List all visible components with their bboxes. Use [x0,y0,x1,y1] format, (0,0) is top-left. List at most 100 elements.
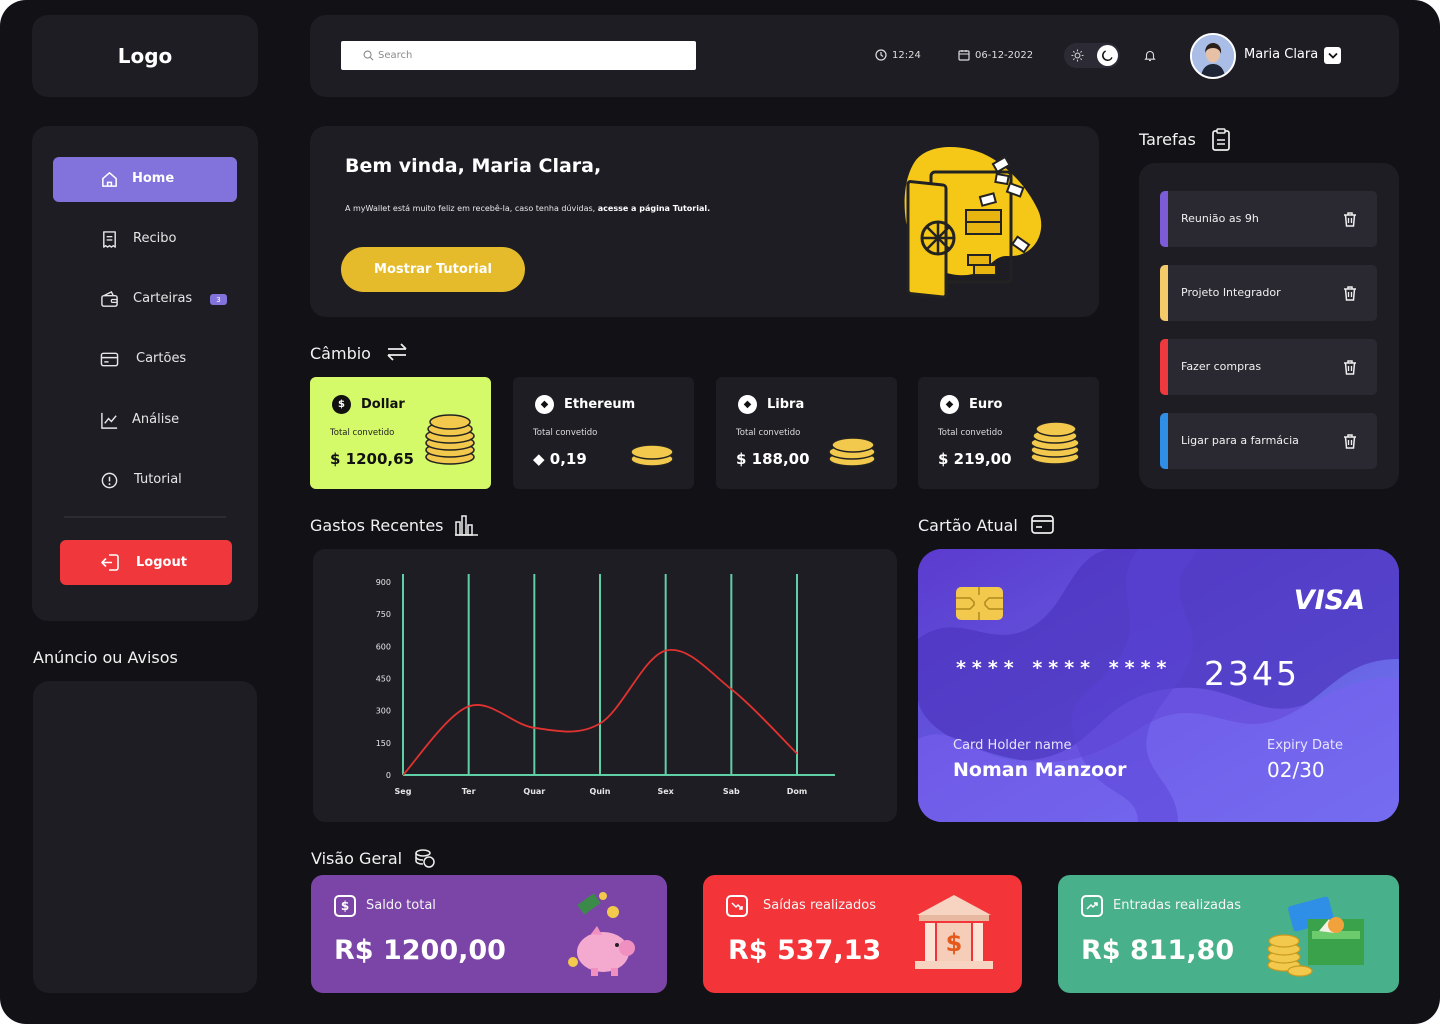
overview-card-inflows[interactable]: Entradas realizadas R$ 811,80 [1058,875,1399,993]
logo[interactable]: Logo [32,15,258,97]
sidebar-item-label: Home [132,171,175,186]
sidebar-item-cartoes[interactable]: Cartões [53,337,237,382]
currency-card-dollar[interactable]: $ Dollar Total convetido $ 1200,65 [310,377,491,489]
sidebar-item-label: Cartões [136,351,187,366]
currency-card-euro[interactable]: ◆ Euro Total convetido $ 219,00 [918,377,1099,489]
card-icon [1031,515,1054,534]
overview-label: Saldo total [366,898,436,913]
exchange-icon[interactable] [386,343,408,361]
time-display: 12:24 [875,49,921,61]
card-holder-name: Noman Manzoor [953,759,1127,781]
trash-icon[interactable] [1341,432,1359,450]
sidebar-item-analise[interactable]: Análise [53,398,237,443]
show-tutorial-button[interactable]: Mostrar Tutorial [341,247,525,292]
task-item[interactable]: Ligar para a farmácia [1160,413,1377,469]
task-item[interactable]: Projeto Integrador [1160,265,1377,321]
dollar-icon: $ [334,895,356,917]
calendar-icon [958,50,970,61]
currency-card-libra[interactable]: ◆ Libra Total convetido $ 188,00 [716,377,897,489]
card-holder-label: Card Holder name [953,738,1072,753]
coins-icon [1030,421,1080,465]
bell-icon[interactable] [1144,49,1156,62]
cambio-title: Câmbio [310,344,371,363]
svg-text:$: $ [946,929,963,957]
currency-value: ◆ 0,19 [533,450,587,468]
task-item[interactable]: Reunião as 9h [1160,191,1377,247]
currency-name: Dollar [361,397,405,412]
tasks-title: Tarefas [1139,130,1196,149]
expiry-date: 02/30 [1267,758,1325,782]
ethereum-icon: ◆ [535,395,554,414]
app-frame: Logo 12:24 06-12-2022 Maria Clara Home [0,0,1440,1024]
logout-button[interactable]: Logout [60,540,232,585]
task-color-bar [1160,413,1168,469]
avatar[interactable] [1190,33,1236,79]
sidebar-item-tutorial[interactable]: Tutorial [53,458,237,503]
theme-toggle[interactable] [1064,43,1120,68]
expenses-title: Gastos Recentes [310,516,444,535]
welcome-title: Bem vinda, Maria Clara, [345,155,602,177]
chart-y-tick: 750 [376,610,391,619]
sidebar-divider [64,516,226,518]
overview-card-balance[interactable]: $ Saldo total R$ 1200,00 [311,875,667,993]
trend-up-icon [1081,895,1103,917]
wallet-count-badge: 3 [210,294,227,305]
expiry-label: Expiry Date [1267,738,1344,753]
wallet-icon [101,290,118,307]
libra-icon: ◆ [738,395,757,414]
euro-icon: ◆ [940,395,959,414]
chart-y-tick: 450 [376,675,391,684]
welcome-text-body: A myWallet está muito feliz em recebê-la… [345,204,598,213]
search-input[interactable] [378,50,678,61]
trash-icon[interactable] [1341,284,1359,302]
currency-value: $ 219,00 [938,450,1012,468]
task-color-bar [1160,265,1168,321]
bar-chart-icon [455,514,478,536]
sidebar-item-label: Análise [132,412,180,427]
chip-icon [956,587,1003,620]
coins-icon [425,414,475,465]
currency-name: Ethereum [564,397,636,412]
overview-label: Entradas realizadas [1113,898,1242,913]
vault-illustration [896,140,1046,300]
visa-logo: VISA [1293,585,1365,616]
sun-icon [1068,46,1087,65]
overview-card-outflows[interactable]: Saídas realizados R$ 537,13 $ [703,875,1022,993]
welcome-text: A myWallet está muito feliz em recebê-la… [345,204,710,213]
trash-icon[interactable] [1341,210,1359,228]
sidebar-item-home[interactable]: Home [53,157,237,202]
search-box[interactable] [341,41,696,70]
piggy-bank-icon [568,892,635,976]
tutorial-link[interactable]: acesse a página Tutorial. [598,204,710,213]
logout-icon [101,554,119,571]
ads-title: Anúncio ou Avisos [33,648,178,667]
chart-x-label: Sab [723,787,740,796]
currency-card-ethereum[interactable]: ◆ Ethereum Total convetido ◆ 0,19 [513,377,694,489]
card-icon [100,352,119,367]
task-item[interactable]: Fazer compras [1160,339,1377,395]
ads-panel [33,681,257,993]
currency-sub: Total convetido [938,428,1003,438]
chart-x-label: Quar [523,787,545,796]
sidebar-item-recibo[interactable]: Recibo [53,217,237,262]
task-label: Fazer compras [1181,360,1262,373]
chevron-down-icon[interactable] [1324,47,1341,64]
sidebar-item-label: Carteiras [133,291,193,306]
chart-x-label: Dom [787,787,807,796]
info-icon [101,472,118,489]
credit-card[interactable]: VISA **** **** **** 2345 Card Holder nam… [918,549,1399,822]
home-icon [102,172,117,187]
clock-icon [875,49,887,61]
overview-label: Saídas realizados [763,898,876,913]
bank-icon: $ [915,895,993,969]
overview-value: R$ 537,13 [728,935,882,966]
card-title: Cartão Atual [918,516,1018,535]
currency-sub: Total convetido [736,428,801,438]
task-label: Reunião as 9h [1181,212,1259,225]
task-color-bar [1160,339,1168,395]
trash-icon[interactable] [1341,358,1359,376]
sidebar-item-label: Tutorial [134,472,182,487]
chart-x-label: Ter [462,787,476,796]
user-name[interactable]: Maria Clara [1244,47,1318,62]
expenses-chart: 0 150 300 450 600 750 900 Seg Ter Quar Quin Sex Sab D… [313,549,897,822]
